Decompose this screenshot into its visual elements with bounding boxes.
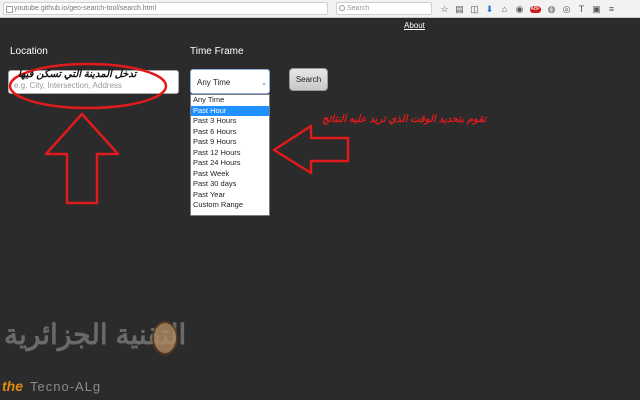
timeframe-annotation: تقوم بتحديد الوقت الذي تريد عليه النتائج xyxy=(322,114,487,125)
location-annotation: تدخل المدينة التي تسكن فيها xyxy=(18,69,137,80)
watermark-the: the xyxy=(2,378,23,394)
watermark-avatar xyxy=(152,321,178,355)
watermark-logo-english: Tecno-ALg xyxy=(30,379,102,394)
left-arrow-icon xyxy=(272,124,350,175)
up-arrow-icon xyxy=(44,112,120,205)
